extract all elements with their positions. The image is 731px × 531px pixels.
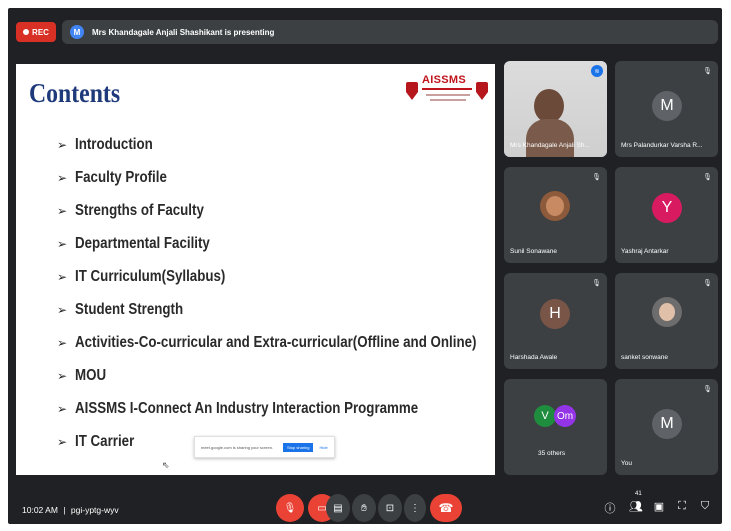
participant-tile[interactable]: 🎙︎ Y Yashraj Antarkar	[615, 167, 718, 263]
list-item: ➢ AISSMS I-Connect An Industry Interactio…	[57, 399, 419, 417]
separator: |	[63, 505, 66, 515]
raise-hand-icon: ✋︎	[361, 502, 367, 514]
avatar: H	[540, 299, 570, 329]
captions-icon: ▤	[333, 502, 343, 514]
shield-icon	[476, 82, 488, 102]
speaking-icon: ≋	[591, 65, 603, 77]
chat-icon: ▣	[653, 501, 665, 513]
mic-off-icon: 🎙︎	[283, 502, 297, 514]
list-item: ➢ Strengths of Faculty	[57, 201, 204, 219]
participant-name: Yashraj Antarkar	[621, 248, 669, 255]
more-options-icon: ⋮	[410, 502, 420, 514]
list-item: ➢ IT Curriculum(Syllabus)	[57, 267, 226, 285]
activities-button[interactable]: ⛶	[674, 500, 690, 513]
end-call-button[interactable]: ☎	[430, 494, 462, 522]
shield-icon	[406, 82, 418, 102]
shared-screen-slide: Contents AISSMS ➢ Introduction ➢ Faculty P…	[16, 64, 495, 475]
presenting-text: Mrs Khandagale Anjali Shashikant is pres…	[92, 27, 275, 37]
avatar: V	[534, 405, 556, 427]
participant-tile[interactable]: 🎙︎ M Mrs Palandurkar Varsha R...	[615, 61, 718, 157]
participant-name: Sunil Sonawane	[510, 248, 557, 255]
present-button[interactable]: ⊡	[378, 494, 402, 522]
self-tile[interactable]: 🎙︎ M You	[615, 379, 718, 475]
presenter-avatar: M	[70, 25, 84, 39]
avatar: M	[652, 409, 682, 439]
end-call-icon: ☎	[438, 501, 454, 515]
chat-button[interactable]: ▣	[651, 500, 667, 513]
others-count: 35 others	[538, 450, 566, 457]
participant-tile[interactable]: 🎙︎ H Harshada Awale	[504, 273, 607, 369]
arrow-bullet-icon: ➢	[57, 269, 68, 284]
arrow-bullet-icon: ➢	[57, 203, 68, 218]
more-options-button[interactable]: ⋮	[404, 494, 426, 522]
list-item: ➢ Activities-Co-curricular and Extra-curr…	[57, 333, 477, 351]
avatar: M	[652, 91, 682, 121]
share-message: meet.google.com is sharing your screen.	[201, 444, 274, 450]
participant-name: Harshada Awale	[510, 354, 558, 361]
slide-title: Contents	[29, 78, 121, 108]
participant-name: You	[621, 460, 632, 467]
people-count-badge: 41	[635, 491, 642, 497]
mic-toggle-button[interactable]: 🎙︎	[276, 494, 304, 522]
participant-tile[interactable]: ≋ Mrs Khandagale Anjali Sh...	[504, 61, 607, 157]
avatar: Om	[554, 405, 576, 427]
arrow-bullet-icon: ➢	[57, 302, 68, 317]
mic-off-icon: 🎙︎	[703, 68, 712, 75]
host-controls-icon: ⛉	[700, 500, 710, 512]
arrow-bullet-icon: ➢	[57, 368, 68, 383]
meeting-time: 10:02 AM	[22, 505, 58, 515]
participant-tile[interactable]: 🎙︎ Sunil Sonawane	[504, 167, 607, 263]
mic-off-icon: 🎙︎	[703, 174, 712, 181]
list-item: ➢ MOU	[57, 366, 107, 384]
present-icon: ⊡	[385, 502, 395, 514]
people-icon: 👥︎	[629, 501, 643, 513]
raise-hand-button[interactable]: ✋︎	[352, 494, 376, 522]
person-silhouette	[534, 89, 564, 123]
meeting-code: pgi-yptg-wyv	[70, 505, 119, 515]
arrow-bullet-icon: ➢	[57, 401, 68, 416]
participant-name: Mrs Khandagale Anjali Sh...	[510, 142, 590, 149]
list-item: ➢ Departmental Facility	[57, 234, 210, 252]
recording-indicator[interactable]: REC	[16, 22, 56, 42]
arrow-bullet-icon: ➢	[57, 236, 68, 251]
meet-window: REC M Mrs Khandagale Anjali Shashikant i…	[8, 8, 722, 524]
screen-share-popup: meet.google.com is sharing your screen. …	[194, 436, 335, 458]
arrow-bullet-icon: ➢	[57, 434, 68, 449]
arrow-bullet-icon: ➢	[57, 170, 68, 185]
mic-off-icon: 🎙︎	[592, 280, 601, 287]
participant-name: Mrs Palandurkar Varsha R...	[621, 142, 703, 149]
rec-label: REC	[32, 27, 49, 37]
avatar-photo	[540, 191, 570, 221]
aissms-logo: AISSMS	[406, 74, 490, 110]
host-controls-button[interactable]: ⛉	[697, 500, 713, 513]
people-button[interactable]: 👥︎	[628, 500, 644, 513]
participant-name: sanket sonwane	[621, 354, 668, 361]
mic-off-icon: 🎙︎	[703, 386, 712, 393]
list-item: ➢ Introduction	[57, 135, 153, 153]
hide-button[interactable]: Hide	[319, 445, 327, 450]
avatar: Y	[652, 193, 682, 223]
avatar-photo	[652, 297, 682, 327]
logo-text: AISSMS	[422, 74, 466, 86]
info-button[interactable]: ⓘ	[602, 500, 618, 516]
activities-icon: ⛶	[678, 500, 686, 512]
captions-button[interactable]: ▤	[326, 494, 350, 522]
arrow-bullet-icon: ➢	[57, 137, 68, 152]
others-tile[interactable]: V Om 35 others	[504, 379, 607, 475]
record-icon	[23, 29, 30, 35]
mouse-cursor-icon: ⇖	[162, 460, 170, 470]
info-icon: ⓘ	[604, 503, 616, 515]
arrow-bullet-icon: ➢	[57, 335, 68, 350]
presenting-banner: M Mrs Khandagale Anjali Shashikant is pr…	[62, 20, 718, 44]
participant-tile[interactable]: 🎙︎ sanket sonwane	[615, 273, 718, 369]
mic-off-icon: 🎙︎	[592, 174, 601, 181]
mic-off-icon: 🎙︎	[703, 280, 712, 287]
list-item: ➢ Faculty Profile	[57, 168, 167, 186]
stop-sharing-button[interactable]: Stop sharing	[283, 442, 314, 452]
list-item: ➢ Student Strength	[57, 300, 184, 318]
meeting-info: 10:02 AM | pgi-yptg-wyv	[22, 505, 119, 515]
contents-list: ➢ Introduction ➢ Faculty Profile ➢ Strength…	[57, 128, 542, 458]
